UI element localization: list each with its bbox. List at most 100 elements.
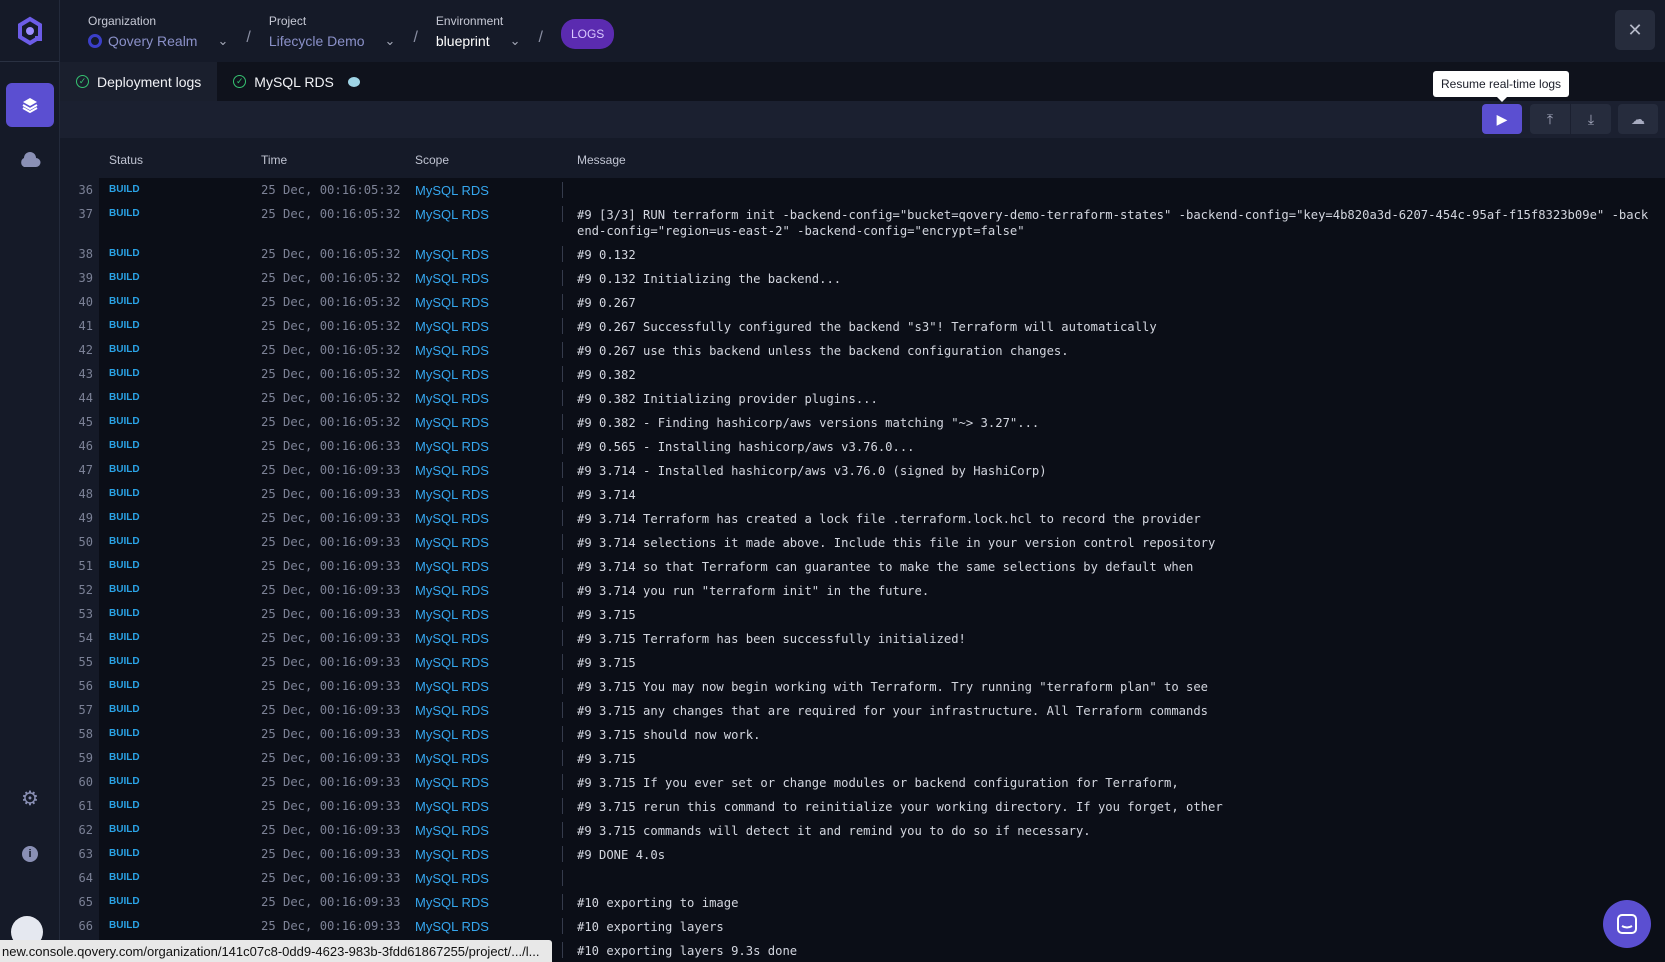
database-icon	[348, 77, 360, 87]
log-row: 50BUILD25 Dec, 00:16:09:33MySQL RDS#9 3.…	[60, 530, 1665, 554]
log-time: 25 Dec, 00:16:09:33	[261, 871, 400, 885]
line-number: 39	[60, 271, 93, 285]
status-badge: BUILD	[109, 776, 140, 787]
close-button[interactable]: ✕	[1615, 10, 1655, 50]
divider	[562, 918, 563, 934]
tabs: ✓ Deployment logs ✓MySQL RDS	[60, 62, 1665, 101]
status-badge: BUILD	[109, 800, 140, 811]
status-badge: BUILD	[109, 344, 140, 355]
cloud-icon	[19, 152, 41, 168]
log-row: 59BUILD25 Dec, 00:16:09:33MySQL RDS#9 3.…	[60, 746, 1665, 770]
log-message: #9 0.565 - Installing hashicorp/aws v3.7…	[577, 439, 1655, 455]
log-message: #9 3.714 selections it made above. Inclu…	[577, 535, 1655, 551]
resume-realtime-button[interactable]: ▶	[1482, 104, 1522, 134]
chevron-down-icon[interactable]: ⌄	[385, 33, 396, 49]
log-table-header: Status Time Scope Message	[60, 138, 1665, 178]
divider	[562, 182, 563, 198]
log-scope: MySQL RDS	[415, 919, 489, 934]
log-message: #10 exporting to image	[577, 895, 1655, 911]
log-row: 44BUILD25 Dec, 00:16:05:32MySQL RDS#9 0.…	[60, 386, 1665, 410]
log-scope: MySQL RDS	[415, 295, 489, 310]
log-scope: MySQL RDS	[415, 799, 489, 814]
divider	[562, 438, 563, 454]
log-scope: MySQL RDS	[415, 751, 489, 766]
log-row: 53BUILD25 Dec, 00:16:09:33MySQL RDS#9 3.…	[60, 602, 1665, 626]
log-row: 38BUILD25 Dec, 00:16:05:32MySQL RDS#9 0.…	[60, 242, 1665, 266]
log-row: 56BUILD25 Dec, 00:16:09:33MySQL RDS#9 3.…	[60, 674, 1665, 698]
divider	[562, 726, 563, 742]
log-time: 25 Dec, 00:16:05:32	[261, 415, 400, 429]
check-circle-icon: ✓	[76, 75, 89, 88]
breadcrumb-project[interactable]: Project Lifecycle Demo⌄	[269, 14, 396, 49]
log-scope: MySQL RDS	[415, 847, 489, 862]
divider	[562, 870, 563, 886]
line-number: 44	[60, 391, 93, 405]
close-icon: ✕	[1627, 20, 1642, 41]
log-message: #9 3.714	[577, 487, 1655, 503]
log-message: #9 3.715 If you ever set or change modul…	[577, 775, 1655, 791]
breadcrumb-environment[interactable]: Environment blueprint⌄	[436, 14, 521, 49]
divider	[562, 846, 563, 862]
line-number: 41	[60, 319, 93, 333]
tab-deployment-logs[interactable]: ✓ Deployment logs	[60, 62, 217, 101]
line-number: 49	[60, 511, 93, 525]
log-row: 52BUILD25 Dec, 00:16:09:33MySQL RDS#9 3.…	[60, 578, 1665, 602]
chevron-down-icon[interactable]: ⌄	[510, 33, 521, 49]
chat-button[interactable]	[1603, 900, 1651, 948]
divider	[562, 606, 563, 622]
log-message: #9 0.382 - Finding hashicorp/aws version…	[577, 415, 1655, 431]
log-message: #9 3.714 Terraform has created a lock fi…	[577, 511, 1655, 527]
log-scope: MySQL RDS	[415, 775, 489, 790]
log-row: 66BUILD25 Dec, 00:16:09:33MySQL RDS#10 e…	[60, 914, 1665, 938]
status-badge: BUILD	[109, 728, 140, 739]
divider	[562, 774, 563, 790]
scroll-top-button[interactable]: ⤒	[1530, 104, 1570, 134]
cloud-download-button[interactable]: ☁	[1618, 104, 1658, 134]
line-number: 58	[60, 727, 93, 741]
divider	[562, 462, 563, 478]
chat-icon	[1616, 913, 1638, 935]
divider	[562, 654, 563, 670]
tab-label: Deployment logs	[97, 74, 201, 90]
log-message: #9 3.714 - Installed hashicorp/aws v3.76…	[577, 463, 1655, 479]
log-rows[interactable]: 36BUILD25 Dec, 00:16:05:32MySQL RDS37BUI…	[60, 178, 1665, 962]
qovery-logo[interactable]	[0, 0, 59, 62]
divider	[562, 486, 563, 502]
log-scope: MySQL RDS	[415, 655, 489, 670]
status-badge: BUILD	[109, 248, 140, 259]
breadcrumb-label: Environment	[436, 14, 521, 28]
divider	[562, 342, 563, 358]
divider	[562, 206, 563, 222]
log-scope: MySQL RDS	[415, 271, 489, 286]
log-message: #9 3.715	[577, 751, 1655, 767]
sidebar-item-infrastructure[interactable]	[6, 138, 54, 182]
log-time: 25 Dec, 00:16:05:32	[261, 319, 400, 333]
breadcrumb-organization[interactable]: Organization Qovery Realm⌄	[88, 14, 228, 49]
status-badge: BUILD	[109, 632, 140, 643]
log-row: 41BUILD25 Dec, 00:16:05:32MySQL RDS#9 0.…	[60, 314, 1665, 338]
log-toolbar: ▶ ⤒ ⤓ ☁	[60, 101, 1665, 138]
sidebar-item-info[interactable]: i	[6, 832, 54, 876]
log-message: #9 3.715	[577, 655, 1655, 671]
breadcrumb-separator: /	[413, 29, 417, 47]
sidebar-item-settings[interactable]: ⚙	[6, 776, 54, 820]
line-number: 56	[60, 679, 93, 693]
tab-label: MySQL RDS	[254, 74, 334, 90]
line-number: 54	[60, 631, 93, 645]
log-row: 61BUILD25 Dec, 00:16:09:33MySQL RDS#9 3.…	[60, 794, 1665, 818]
status-badge: BUILD	[109, 896, 140, 907]
log-row: 62BUILD25 Dec, 00:16:09:33MySQL RDS#9 3.…	[60, 818, 1665, 842]
log-time: 25 Dec, 00:16:09:33	[261, 919, 400, 933]
tab-mysql-rds[interactable]: ✓MySQL RDS	[217, 62, 376, 101]
log-scope: MySQL RDS	[415, 559, 489, 574]
log-scope: MySQL RDS	[415, 871, 489, 886]
chevron-down-icon[interactable]: ⌄	[217, 33, 228, 49]
log-time: 25 Dec, 00:16:09:33	[261, 775, 400, 789]
log-time: 25 Dec, 00:16:09:33	[261, 823, 400, 837]
sidebar-item-environments[interactable]	[6, 83, 54, 127]
line-number: 42	[60, 343, 93, 357]
status-badge: BUILD	[109, 392, 140, 403]
status-badge: BUILD	[109, 608, 140, 619]
log-time: 25 Dec, 00:16:05:32	[261, 271, 400, 285]
download-button[interactable]: ⤓	[1571, 104, 1611, 134]
